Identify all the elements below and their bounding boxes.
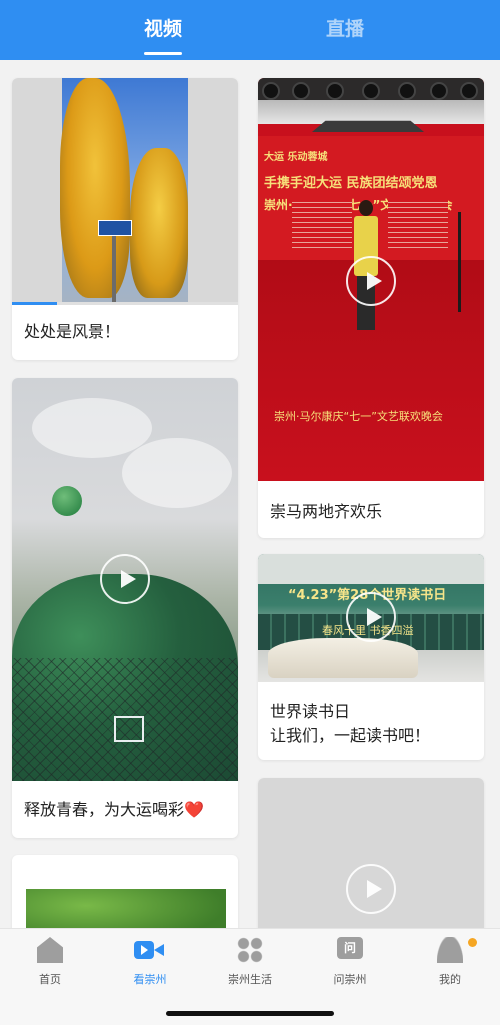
library-ceiling bbox=[258, 554, 484, 584]
stage-light-rig bbox=[258, 78, 484, 124]
nav-label: 崇州生活 bbox=[228, 973, 272, 986]
video-caption: 释放青春，为大运喝彩❤️ bbox=[24, 800, 204, 819]
play-icon[interactable] bbox=[346, 864, 396, 914]
video-card[interactable] bbox=[258, 778, 484, 948]
banner-text: 大运 乐动蓉城 bbox=[264, 152, 328, 163]
video-caption: 崇马两地齐欢乐 bbox=[270, 502, 383, 521]
video-progress-fill bbox=[12, 302, 58, 305]
video-icon bbox=[134, 941, 164, 959]
nav-item-life[interactable]: 崇州生活 bbox=[210, 937, 290, 991]
microphone-stand bbox=[458, 212, 461, 312]
nav-label: 我的 bbox=[439, 973, 461, 986]
video-card[interactable]: “4.23”第28个世界读书日 春风十里 书香四溢 世界读书日 让我们，一起读书… bbox=[258, 554, 484, 760]
video-thumbnail[interactable] bbox=[12, 78, 238, 304]
video-thumbnail[interactable]: “4.23”第28个世界读书日 春风十里 书香四溢 bbox=[258, 554, 484, 682]
play-icon[interactable] bbox=[346, 592, 396, 642]
open-book bbox=[268, 638, 418, 678]
nav-item-watch[interactable]: 看崇州 bbox=[110, 937, 190, 991]
top-header: 视频 直播 bbox=[0, 0, 500, 60]
heart-emoji: ❤️ bbox=[184, 800, 204, 819]
video-thumbnail-placeholder[interactable] bbox=[258, 778, 484, 948]
active-tab-indicator bbox=[144, 52, 182, 55]
video-card[interactable]: 大运 乐动蓉城 手携手迎大运 民族团结颂党恩 崇州·马尔康庆“七一”文艺联欢晚会… bbox=[258, 78, 484, 538]
video-thumbnail[interactable]: 大运 乐动蓉城 手携手迎大运 民族团结颂党恩 崇州·马尔康庆“七一”文艺联欢晚会… bbox=[258, 78, 484, 481]
video-card[interactable]: 释放青春，为大运喝彩❤️ bbox=[12, 378, 238, 838]
nav-item-ask[interactable]: 问 问崇州 bbox=[310, 937, 390, 991]
street-sign bbox=[98, 220, 132, 236]
question-icon: 问 bbox=[337, 937, 363, 959]
grid-icon bbox=[237, 937, 263, 963]
tab-video[interactable]: 视频 bbox=[144, 14, 182, 46]
video-caption: 世界读书日 让我们，一起读书吧！ bbox=[270, 702, 431, 745]
user-icon bbox=[437, 937, 463, 963]
video-caption: 处处是风景！ bbox=[24, 322, 121, 341]
play-icon[interactable] bbox=[346, 256, 396, 306]
banner-text: 手携手迎大运 民族团结颂党恩 bbox=[264, 176, 438, 191]
notification-dot bbox=[468, 938, 477, 947]
stage-text: 崇州·马尔康庆“七一”文艺联欢晚会 bbox=[274, 410, 443, 423]
video-card[interactable]: 处处是风景！ bbox=[12, 78, 238, 360]
play-icon[interactable] bbox=[100, 554, 150, 604]
ginkgo-tree bbox=[60, 78, 130, 298]
nav-item-me[interactable]: 我的 bbox=[410, 937, 490, 991]
ball bbox=[52, 486, 82, 516]
nav-label: 问崇州 bbox=[333, 973, 367, 986]
ginkgo-tree bbox=[130, 148, 188, 298]
tab-live[interactable]: 直播 bbox=[326, 14, 364, 46]
home-icon bbox=[37, 937, 63, 963]
sign-pole bbox=[112, 236, 116, 302]
video-thumbnail[interactable] bbox=[12, 378, 238, 781]
nav-item-home[interactable]: 首页 bbox=[10, 937, 90, 991]
nav-label: 看崇州 bbox=[133, 973, 167, 986]
home-indicator bbox=[166, 1011, 334, 1016]
basketball-hoop bbox=[114, 716, 144, 742]
nav-label: 首页 bbox=[39, 973, 61, 986]
